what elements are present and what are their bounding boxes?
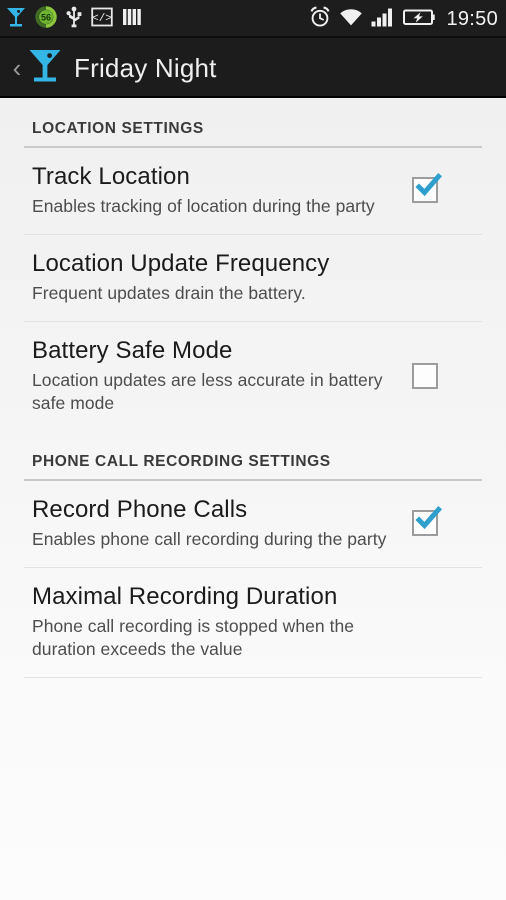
- section-header-location-settings: LOCATION SETTINGS: [0, 98, 506, 146]
- row-title: Location Update Frequency: [32, 250, 330, 277]
- row-title: Maximal Recording Duration: [32, 583, 338, 610]
- row-text: Maximal Recording Duration Phone call re…: [32, 582, 404, 661]
- section-header-phone-call-recording-settings: PHONE CALL RECORDING SETTINGS: [0, 431, 506, 479]
- row-summary: Enables tracking of location during the …: [32, 196, 375, 216]
- page-title: Friday Night: [74, 52, 217, 83]
- alarm-clock-icon: [309, 6, 331, 33]
- row-text: Battery Safe Mode Location updates are l…: [32, 336, 404, 415]
- row-summary: Frequent updates drain the battery.: [32, 283, 306, 303]
- settings-list: LOCATION SETTINGS Track Location Enables…: [0, 98, 506, 678]
- row-summary: Location updates are less accurate in ba…: [32, 370, 383, 413]
- status-bar: 56 </> 19:50: [0, 0, 506, 38]
- status-bar-left-icons: 56 </>: [6, 5, 142, 33]
- section-header-label: LOCATION SETTINGS: [32, 120, 204, 137]
- usb-icon: [66, 6, 82, 33]
- section-header-label: PHONE CALL RECORDING SETTINGS: [32, 453, 331, 470]
- setting-row-track-location[interactable]: Track Location Enables tracking of locat…: [0, 148, 506, 234]
- checkmark-icon: [413, 171, 443, 206]
- back-chevron-icon[interactable]: ‹: [8, 55, 26, 81]
- row-text: Record Phone Calls Enables phone call re…: [32, 495, 404, 551]
- row-title: Track Location: [32, 163, 190, 190]
- checkbox-record-phone-calls[interactable]: [412, 505, 443, 538]
- checkmark-icon: [413, 504, 443, 539]
- row-text: Track Location Enables tracking of locat…: [32, 162, 404, 218]
- wifi-icon: [339, 7, 363, 32]
- checkbox-track-location[interactable]: [412, 172, 443, 205]
- vertical-bars-icon: [122, 6, 142, 33]
- setting-row-maximal-recording-duration[interactable]: Maximal Recording Duration Phone call re…: [0, 568, 506, 677]
- row-title: Battery Safe Mode: [32, 337, 233, 364]
- cellular-signal-icon: [371, 7, 395, 32]
- row-title: Record Phone Calls: [32, 496, 248, 523]
- row-summary: Phone call recording is stopped when the…: [32, 616, 355, 659]
- cocktail-glass-icon: [6, 6, 26, 33]
- battery-percent-circle-icon: 56: [35, 5, 57, 33]
- cocktail-glass-icon[interactable]: [28, 47, 62, 90]
- row-widget[interactable]: [404, 505, 450, 538]
- svg-text:</>: </>: [92, 13, 112, 25]
- setting-row-record-phone-calls[interactable]: Record Phone Calls Enables phone call re…: [0, 481, 506, 567]
- row-widget[interactable]: [404, 172, 450, 205]
- setting-row-location-update-frequency[interactable]: Location Update Frequency Frequent updat…: [0, 235, 506, 321]
- row-summary: Enables phone call recording during the …: [32, 529, 387, 549]
- setting-row-battery-safe-mode[interactable]: Battery Safe Mode Location updates are l…: [0, 322, 506, 431]
- row-widget[interactable]: [404, 361, 450, 391]
- row-text: Location Update Frequency Frequent updat…: [32, 249, 404, 305]
- status-bar-clock: 19:50: [446, 7, 498, 30]
- checkbox-box: [412, 362, 438, 389]
- settings-screen: 56 </> 19:50 ‹ Friday Night LOCATION SET…: [0, 0, 506, 900]
- row-divider: [24, 677, 482, 678]
- status-bar-right-icons: 19:50: [309, 6, 498, 33]
- battery-charging-icon: [403, 7, 436, 32]
- battery-percent-text: 56: [41, 12, 51, 22]
- developer-code-icon: </>: [91, 6, 113, 33]
- checkbox-battery-safe-mode[interactable]: [412, 361, 442, 391]
- action-bar: ‹ Friday Night: [0, 38, 506, 98]
